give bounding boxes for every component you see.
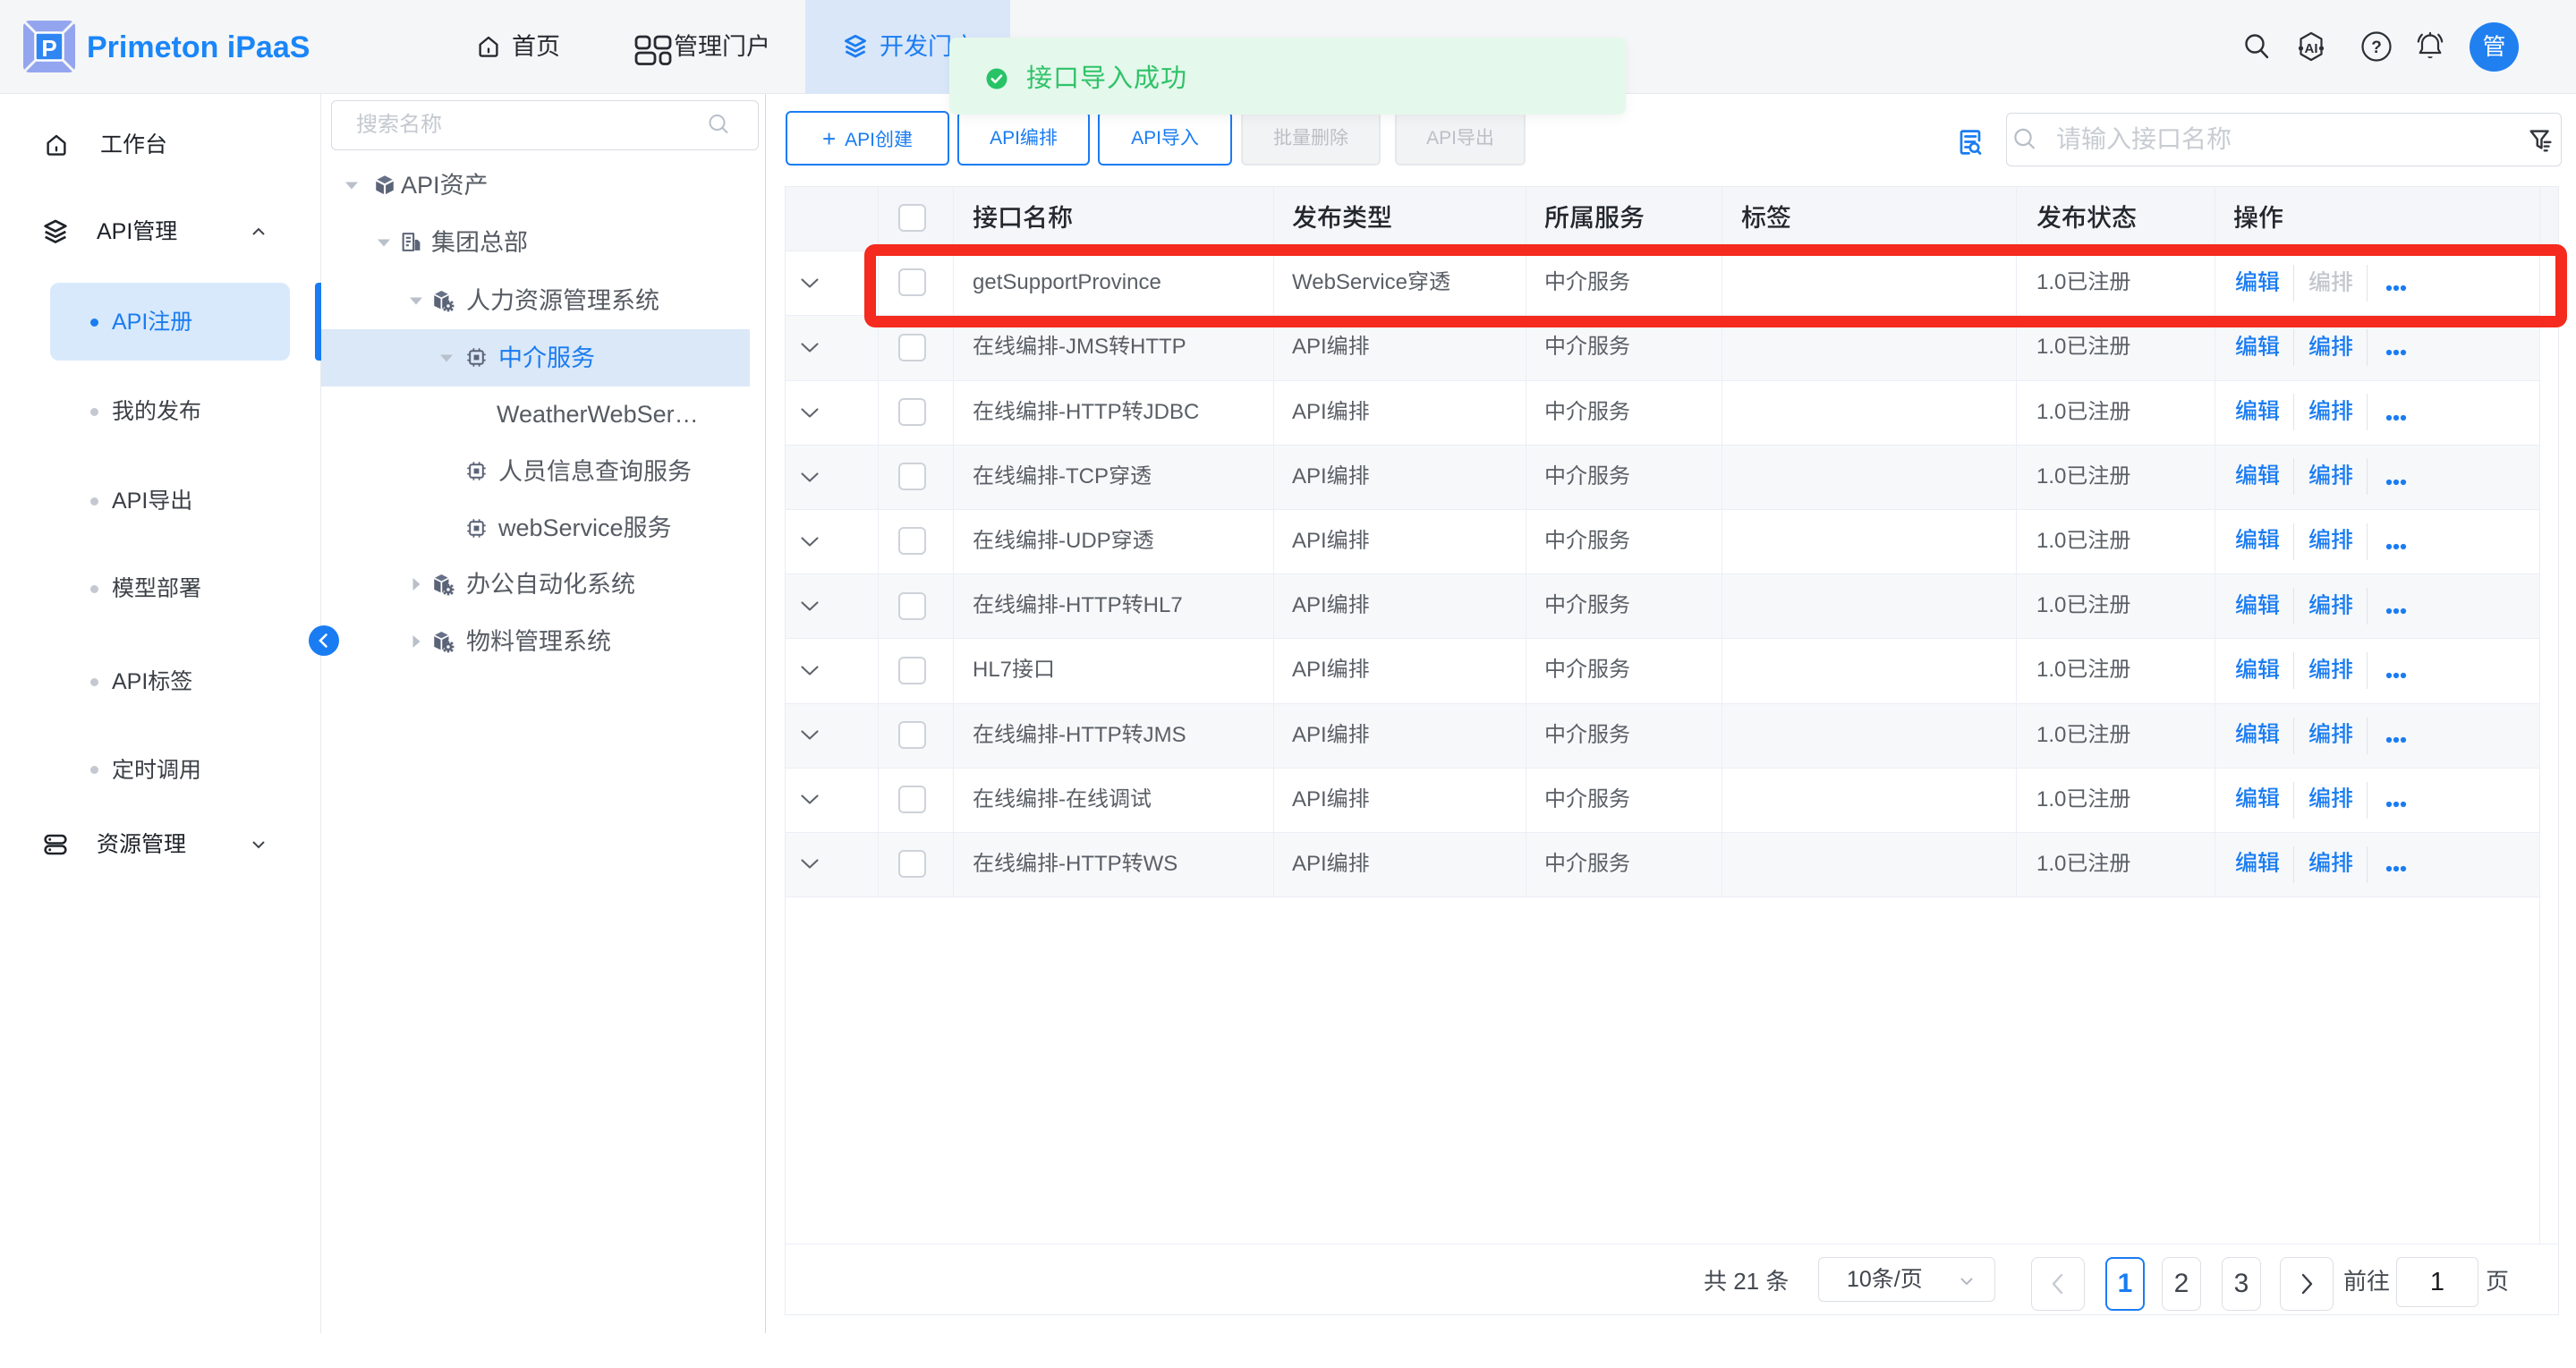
svg-text:?: ? [2371,38,2382,57]
svg-text:AI: AI [2305,41,2318,56]
svg-text:P: P [41,35,56,62]
